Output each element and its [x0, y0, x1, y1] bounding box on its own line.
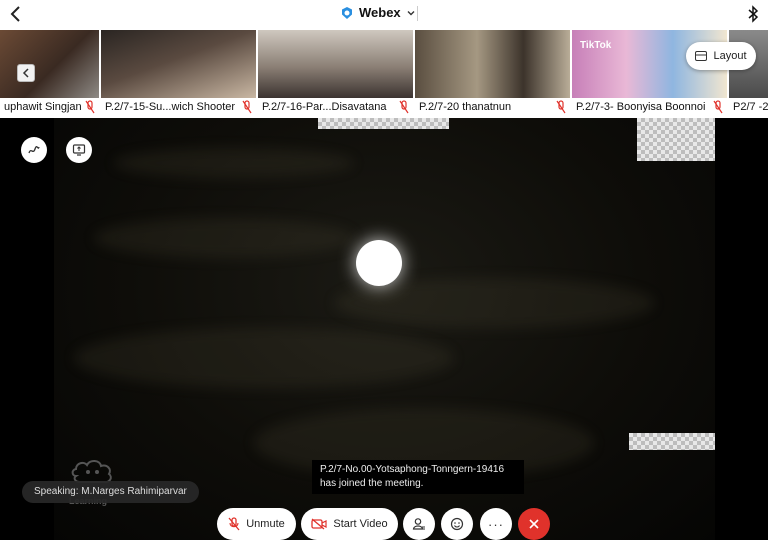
reactions-icon	[450, 517, 464, 531]
overlay-text: TikTok	[580, 40, 612, 51]
back-icon[interactable]	[6, 4, 26, 24]
participant-video	[258, 30, 413, 98]
video-off-icon	[311, 518, 327, 530]
cloud	[114, 148, 354, 178]
reactions-button[interactable]	[441, 508, 473, 540]
more-icon: ···	[488, 516, 504, 532]
start-video-label: Start Video	[333, 518, 388, 530]
layout-label: Layout	[713, 50, 747, 62]
mic-muted-icon	[228, 517, 240, 531]
participant-video	[0, 30, 99, 98]
top-bar: Webex	[0, 0, 768, 28]
participant-tile[interactable]: P.2/7-20 thanatnun	[415, 30, 570, 116]
webex-logo-icon	[342, 6, 352, 19]
mic-muted-icon	[556, 100, 566, 114]
unmute-label: Unmute	[246, 518, 285, 530]
cloud	[74, 328, 454, 388]
chevron-down-icon	[407, 10, 415, 15]
strip-prev-button[interactable]	[17, 64, 35, 82]
cloud	[94, 218, 354, 258]
participant-tile[interactable]: P.2/7-15-Su...wich Shooter	[101, 30, 256, 116]
notification-message: has joined the meeting.	[320, 478, 424, 489]
participants-button[interactable]	[403, 508, 435, 540]
layout-button[interactable]: Layout	[686, 42, 756, 70]
unmute-button[interactable]: Unmute	[217, 508, 296, 540]
participant-name: P.2/7-3- Boonyisa Boonnoi	[572, 98, 727, 116]
layout-icon	[695, 51, 708, 61]
participant-name: P.2/7-15-Su...wich Shooter	[101, 98, 256, 116]
mic-muted-icon	[399, 100, 409, 114]
participant-name: P.2/7-20 thanatnun	[415, 98, 570, 116]
participant-name: P.2/7-16-Par...Disavatana	[258, 98, 413, 116]
participant-video	[101, 30, 256, 98]
bluetooth-icon	[748, 5, 759, 23]
transparency-block	[637, 118, 715, 161]
start-video-button[interactable]: Start Video	[301, 508, 398, 540]
app-name: Webex	[359, 5, 401, 20]
chevron-left-icon	[22, 68, 29, 78]
share-screen-icon	[72, 144, 86, 156]
mic-muted-icon	[713, 100, 723, 114]
draw-icon	[28, 146, 40, 154]
share-view-button[interactable]	[66, 137, 92, 163]
moon	[356, 240, 402, 286]
app-title[interactable]: Webex	[340, 5, 416, 20]
speaking-indicator: Speaking: M.Narges Rahimiparvar	[22, 481, 199, 503]
more-options-button[interactable]: ···	[480, 508, 512, 540]
participants-icon	[412, 518, 425, 530]
notification-name: P.2/7-No.00-Yotsaphong-Tonngern-19416	[320, 464, 505, 475]
participant-strip: uphawit Singjan P.2/7-15-Su...wich Shoot…	[0, 28, 768, 118]
participant-name: P2/7 -2	[729, 98, 768, 116]
participant-video	[415, 30, 570, 98]
join-notification: P.2/7-No.00-Yotsaphong-Tonngern-19416 ha…	[312, 460, 524, 494]
mic-muted-icon	[242, 100, 252, 114]
participant-tile[interactable]: P.2/7-16-Par...Disavatana	[258, 30, 413, 116]
mic-muted-icon	[85, 100, 95, 114]
transparency-block	[629, 433, 715, 450]
participant-tile[interactable]: uphawit Singjan	[0, 30, 99, 116]
transparency-block	[318, 118, 449, 129]
divider	[417, 6, 418, 21]
meeting-controls: Unmute Start Video ···	[0, 508, 768, 540]
end-call-icon	[529, 519, 539, 529]
annotate-button[interactable]	[21, 137, 47, 163]
end-call-button[interactable]	[518, 508, 550, 540]
